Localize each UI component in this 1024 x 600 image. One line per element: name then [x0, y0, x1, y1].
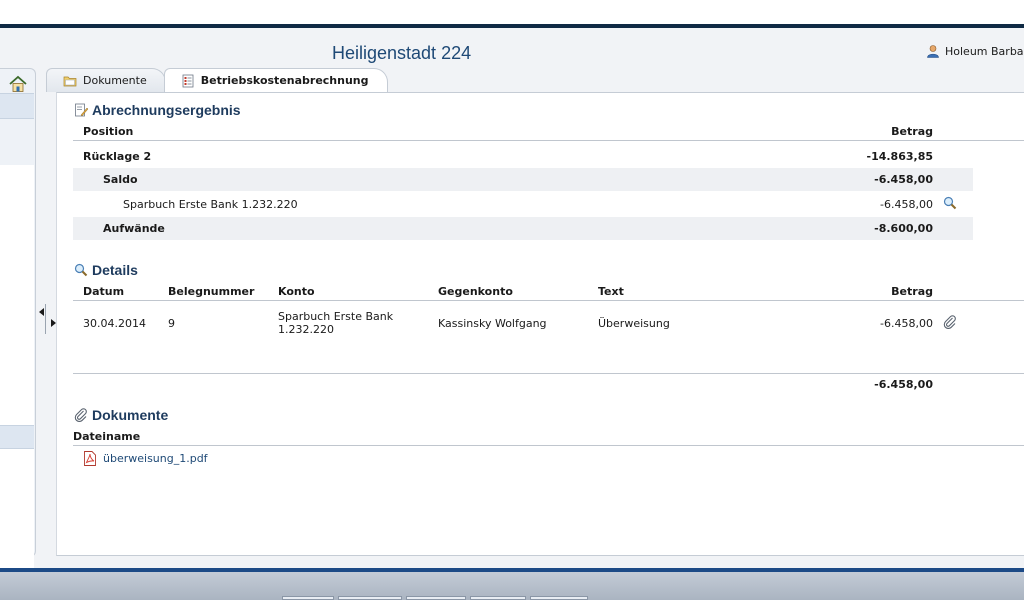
magnifier-icon[interactable] [943, 196, 957, 210]
user-menu[interactable]: Holeum Barbara [926, 43, 1024, 59]
main-content: Abrechnungsergebnis Position Betrag Rück… [56, 92, 1024, 556]
column-header-konto: Konto [278, 285, 315, 298]
row-ruecklage-amount: -14.863,85 [866, 150, 934, 163]
document-list-icon [182, 74, 194, 87]
tab-label: Dokumente [83, 74, 147, 87]
column-header-gegenkonto: Gegenkonto [438, 285, 513, 298]
section-dokumente: Dokumente [74, 407, 168, 423]
tab-bar: Dokumente Betriebskostenabrechnung [46, 68, 388, 92]
sidebar-panel [0, 165, 34, 585]
home-icon[interactable] [8, 75, 28, 93]
section-abrechnungsergebnis: Abrechnungsergebnis [74, 102, 241, 118]
header-divider [73, 300, 1024, 301]
search-icon [74, 263, 88, 277]
detail-total: -6.458,00 [874, 378, 933, 391]
collapse-left-icon [39, 308, 44, 316]
taskbar-button[interactable] [338, 596, 402, 600]
sidebar-item-1[interactable] [0, 93, 34, 119]
sidebar [0, 68, 36, 585]
sidebar-collapse-handle[interactable] [39, 304, 57, 334]
column-header-betrag: Betrag [891, 285, 933, 298]
sidebar-item-2[interactable] [0, 425, 34, 449]
detail-text: Überweisung [598, 317, 670, 330]
section-details: Details [74, 262, 138, 278]
column-header-belegnummer: Belegnummer [168, 285, 255, 298]
taskbar-button[interactable] [406, 596, 466, 600]
window-top-bar [0, 0, 1024, 24]
row-ruecklage-label: Rücklage 2 [83, 150, 152, 163]
column-header-dateiname: Dateiname [73, 430, 141, 443]
detail-betrag: -6.458,00 [880, 317, 933, 330]
row-aufwaende-label: Aufwände [103, 222, 165, 235]
total-divider [73, 373, 1024, 374]
tab-dokumente[interactable]: Dokumente [46, 68, 166, 92]
detail-belegnummer: 9 [168, 317, 175, 330]
taskbar-button[interactable] [530, 596, 588, 600]
folder-icon [63, 76, 77, 86]
detail-konto-line1: Sparbuch Erste Bank [278, 310, 394, 323]
taskbar-button[interactable] [282, 596, 334, 600]
pdf-icon [84, 451, 96, 466]
detail-konto-line2: 1.232.220 [278, 323, 334, 336]
tab-label: Betriebskostenabrechnung [200, 74, 369, 87]
column-header-datum: Datum [83, 285, 125, 298]
attachment-icon[interactable] [943, 315, 957, 329]
file-row[interactable]: überweisung_1.pdf [83, 451, 208, 466]
user-name: Holeum Barbara [945, 44, 1024, 58]
row-aufwaende-amount: -8.600,00 [874, 222, 933, 235]
page-title: Heiligenstadt 224 [332, 43, 472, 63]
detail-gegenkonto: Kassinsky Wolfgang [438, 317, 547, 330]
user-icon [927, 45, 939, 58]
column-header-betrag: Betrag [891, 125, 933, 138]
row-saldo-amount: -6.458,00 [874, 173, 933, 186]
row-sparbuch-amount: -6.458,00 [880, 198, 933, 211]
column-header-text: Text [598, 285, 624, 298]
column-header-position: Position [83, 125, 134, 138]
row-saldo-label: Saldo [103, 173, 138, 186]
file-link[interactable]: überweisung_1.pdf [103, 452, 208, 465]
header-divider [73, 140, 1024, 141]
header-divider [73, 445, 1024, 446]
tab-betriebskostenabrechnung[interactable]: Betriebskostenabrechnung [163, 68, 388, 92]
row-sparbuch-label: Sparbuch Erste Bank 1.232.220 [123, 198, 298, 211]
taskbar-button[interactable] [470, 596, 526, 600]
paperclip-icon [74, 408, 87, 422]
detail-datum: 30.04.2014 [83, 317, 146, 330]
taskbar [0, 572, 1024, 600]
edit-document-icon [75, 103, 88, 117]
